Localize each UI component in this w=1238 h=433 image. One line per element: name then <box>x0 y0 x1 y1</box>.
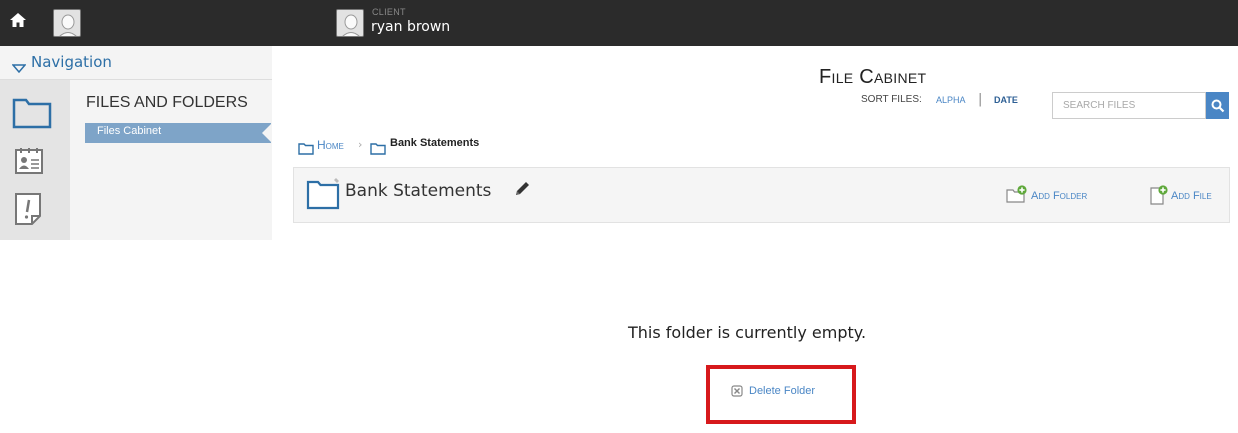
nav-content: FILES AND FOLDERS Files Cabinet <box>70 80 272 240</box>
breadcrumb-home-link[interactable]: Home <box>317 138 344 152</box>
home-icon[interactable] <box>8 10 28 30</box>
section-title: FILES AND FOLDERS <box>86 94 248 111</box>
navigation-panel: Navigation FILES AND FOLDERS Files Cabin… <box>0 46 272 240</box>
folder-icon <box>306 178 340 214</box>
contact-card-icon[interactable] <box>14 146 44 180</box>
client-label: CLIENT <box>372 7 406 17</box>
top-bar: CLIENT ryan brown <box>0 0 1238 46</box>
add-file-icon[interactable] <box>1149 185 1169 209</box>
client-name[interactable]: ryan brown <box>371 19 450 35</box>
search-icon <box>1206 99 1229 113</box>
folder-header-panel: Bank Statements Add Folder Add File <box>293 167 1230 223</box>
search-input[interactable] <box>1052 92 1206 119</box>
navigation-toggle[interactable]: Navigation <box>0 46 272 80</box>
page-title: File Cabinet <box>819 66 927 88</box>
add-file-button[interactable]: Add File <box>1171 190 1212 202</box>
add-folder-icon[interactable] <box>1006 185 1028 207</box>
navigation-label: Navigation <box>31 53 112 71</box>
sort-date-link[interactable]: DATE <box>994 95 1018 105</box>
folder-icon[interactable] <box>12 95 52 133</box>
chevron-down-icon <box>11 58 27 74</box>
delete-folder-link[interactable]: Delete Folder <box>749 385 815 397</box>
sort-separator: | <box>978 92 983 107</box>
breadcrumb-separator: › <box>358 138 363 151</box>
breadcrumb-current: Bank Statements <box>390 137 480 149</box>
add-folder-button[interactable]: Add Folder <box>1031 190 1087 202</box>
folder-icon <box>370 140 386 159</box>
sort-label: SORT FILES: <box>861 94 922 105</box>
pencil-icon[interactable] <box>514 181 530 201</box>
user-avatar[interactable] <box>53 9 81 37</box>
folder-icon <box>298 140 314 159</box>
sort-alpha-link[interactable]: ALPHA <box>936 95 966 105</box>
alert-note-icon[interactable] <box>13 192 43 230</box>
nav-item-files-cabinet[interactable]: Files Cabinet <box>85 123 272 143</box>
delete-icon[interactable] <box>731 382 743 401</box>
client-avatar[interactable] <box>336 9 364 37</box>
search-button[interactable] <box>1206 92 1229 119</box>
icon-rail <box>0 80 70 240</box>
folder-name: Bank Statements <box>345 181 492 201</box>
nav-item-label: Files Cabinet <box>97 125 162 137</box>
empty-folder-message: This folder is currently empty. <box>628 323 867 342</box>
